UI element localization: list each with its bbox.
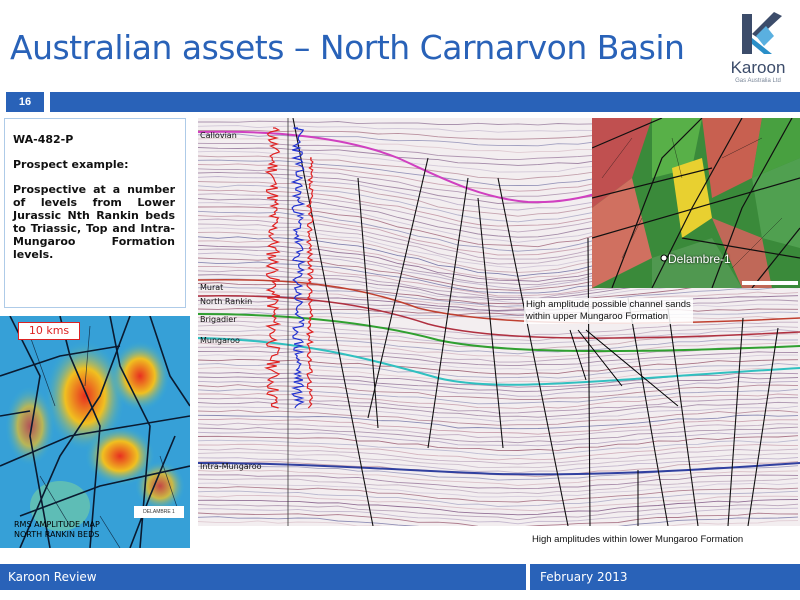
horizon-label-intra-mungaroo: Intra-Mungaroo: [200, 462, 262, 471]
horizon-label-mungaroo: Mungaroo: [200, 336, 240, 345]
channel-sands-annotation: High amplitude possible channel sands wi…: [524, 298, 693, 324]
slide-title: Australian assets – North Carnarvon Basi…: [10, 28, 685, 67]
map-caption-line2: NORTH RANKIN BEDS: [14, 530, 100, 539]
horizon-label-murat: Murat: [200, 283, 224, 292]
logo-wordmark: Karoon: [730, 58, 786, 77]
channel-sands-annotation-line2: within upper Mungaroo Formation: [526, 311, 669, 322]
map-caption-line1: RMS AMPLITUDE MAP: [14, 520, 100, 529]
channel-sands-annotation-line1: High amplitude possible channel sands: [526, 299, 691, 310]
horizon-label-brigadier: Brigadier: [200, 315, 237, 324]
karoon-logo: Karoon Gas Australia Ltd: [722, 8, 794, 90]
map-caption: RMS AMPLITUDE MAP NORTH RANKIN BEDS: [14, 520, 100, 540]
karoon-logo-mark-icon: [742, 12, 782, 54]
map-well-tag: DELAMBRE 1: [134, 506, 184, 518]
lower-mungaroo-annotation: High amplitudes within lower Mungaroo Fo…: [532, 534, 744, 545]
block-name: WA-482-P: [13, 133, 74, 146]
horizon-label-north-rankin: North Rankin: [200, 297, 253, 306]
header-bar: [50, 92, 800, 112]
inset-well-label: Delambre-1: [668, 252, 731, 266]
footer-right: February 2013: [530, 564, 800, 590]
inset-scale-bar: [742, 281, 798, 285]
map-scale-label: 10 kms: [18, 322, 80, 340]
footer-left: Karoon Review: [0, 564, 526, 590]
inset-well-marker-icon: [660, 254, 668, 262]
logo-subtitle: Gas Australia Ltd: [735, 78, 781, 84]
page-number: 16: [6, 92, 44, 112]
prospect-description: Prospective at a number of levels from L…: [13, 183, 175, 261]
prospect-text-panel: WA-482-P Prospect example: Prospective a…: [4, 118, 186, 308]
prospect-heading: Prospect example:: [13, 158, 129, 171]
horizon-label-callovian: Callovian: [200, 131, 237, 140]
